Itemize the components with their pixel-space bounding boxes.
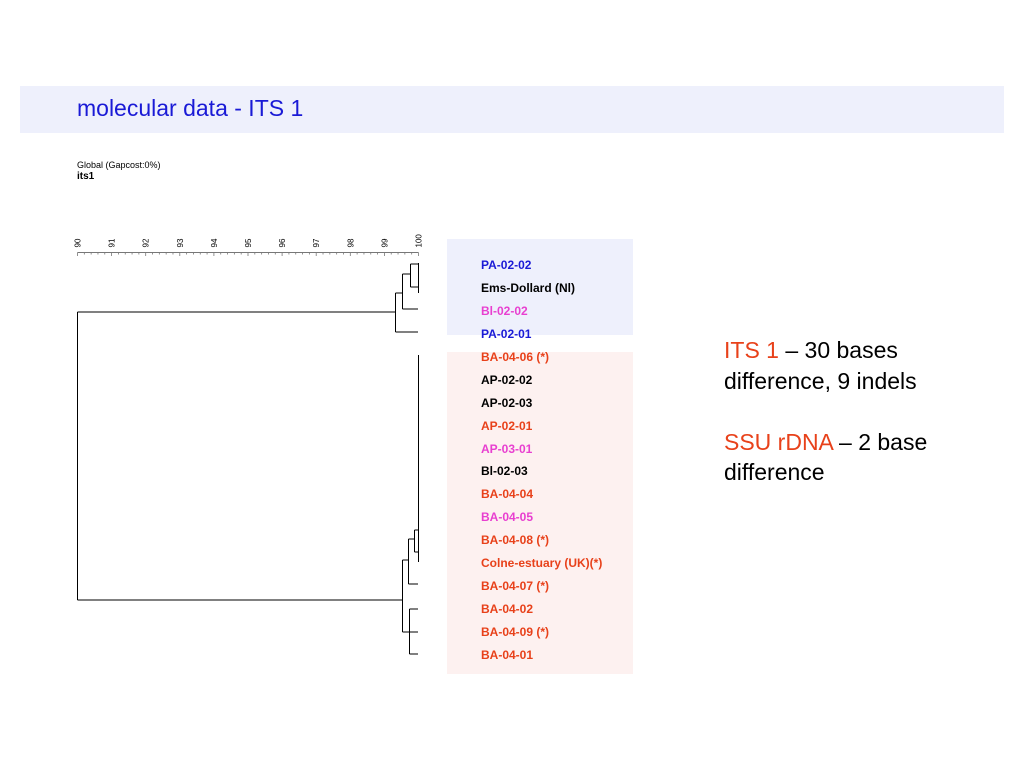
- its-note-line2: difference, 9 indels: [724, 368, 917, 394]
- leaf-label: Bl-02-03: [481, 464, 528, 479]
- dendrogram-branches: [77, 263, 419, 655]
- leaf-label: BA-04-09 (*): [481, 625, 550, 640]
- scale-tick-label: 93: [176, 238, 185, 247]
- leaf-label: PA-02-01: [481, 326, 532, 341]
- ssu-note-line2: difference: [724, 459, 825, 485]
- scale-tick-label: 100: [415, 234, 424, 248]
- leaf-label: AP-02-02: [481, 372, 533, 387]
- similarity-scale: 90 91 92 93 94 95 96 97 98 99 100: [74, 234, 424, 256]
- ssu-note-line1: SSU rDNA – 2 base: [724, 427, 927, 457]
- scale-tick-label: 92: [142, 238, 151, 247]
- ssu-label: SSU rDNA: [724, 429, 833, 455]
- scale-tick-label: 97: [312, 238, 321, 247]
- scale-tick-label: 94: [210, 238, 219, 247]
- leaf-label: AP-02-03: [481, 395, 533, 410]
- leaf-label: BA-04-01: [481, 647, 534, 662]
- scale-tick-label: 96: [278, 238, 287, 247]
- its-rest: – 30 bases: [778, 337, 898, 363]
- leaf-label: BA-04-02: [481, 602, 534, 617]
- leaf-label: BA-04-07 (*): [481, 579, 550, 594]
- leaf-label: AP-03-01: [481, 441, 533, 456]
- scale-tick-label: 95: [244, 238, 253, 247]
- scale-tick-label: 99: [380, 238, 389, 247]
- leaf-label: Bl-02-02: [481, 303, 528, 318]
- scale-tick-label: 91: [108, 238, 117, 247]
- leaf-label: Colne-estuary (UK)(*): [481, 556, 603, 571]
- leaf-label: Ems-Dollard (Nl): [481, 280, 576, 295]
- scale-tick-label: 90: [74, 238, 83, 247]
- its-note-line1: ITS 1 – 30 bases: [724, 335, 898, 365]
- leaf-label: BA-04-04: [481, 487, 534, 502]
- leaf-label: BA-04-06 (*): [481, 349, 550, 364]
- leaf-label: AP-02-01: [481, 418, 533, 433]
- leaf-label: BA-04-05: [481, 510, 534, 525]
- leaf-label: PA-02-02: [481, 258, 532, 272]
- ssu-rest: – 2 base: [832, 429, 928, 455]
- its-label: ITS 1: [724, 337, 779, 363]
- leaf-label: BA-04-08 (*): [481, 533, 550, 548]
- scale-tick-label: 98: [346, 238, 355, 247]
